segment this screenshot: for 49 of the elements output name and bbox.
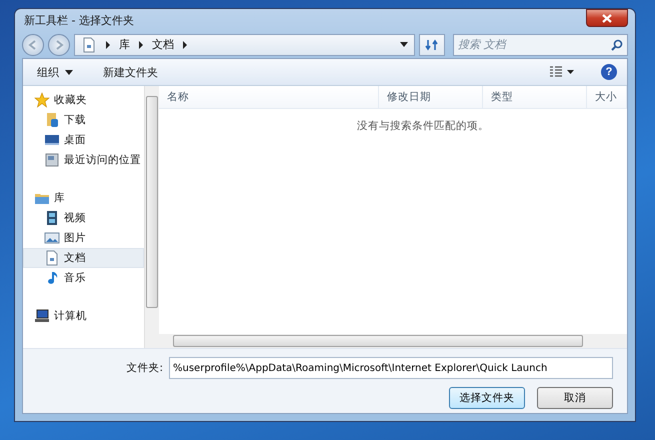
- sidebar-item[interactable]: 最近访问的位置: [23, 150, 144, 170]
- chevron-icon: [138, 40, 144, 49]
- document-icon: [44, 250, 60, 266]
- help-button[interactable]: ?: [601, 64, 617, 80]
- column-header[interactable]: 大小: [587, 86, 627, 108]
- sidebar-item[interactable]: 下载: [23, 110, 144, 130]
- sidebar-item[interactable]: 图片: [23, 228, 144, 248]
- close-icon: [602, 14, 612, 22]
- close-button[interactable]: [586, 9, 628, 27]
- breadcrumb[interactable]: 文档: [152, 37, 174, 52]
- breadcrumb[interactable]: 库: [119, 37, 130, 52]
- search-icon: [611, 38, 623, 51]
- search-field[interactable]: 搜索 文档: [453, 34, 628, 56]
- sidebar-item[interactable]: 计算机: [23, 306, 144, 326]
- computer-icon: [34, 308, 50, 324]
- sidebar-item[interactable]: 文档: [23, 248, 144, 268]
- address-bar[interactable]: 库 文档: [74, 34, 415, 56]
- column-header[interactable]: 名称: [159, 86, 379, 108]
- page-icon: [81, 36, 97, 53]
- folder-input[interactable]: %userprofile%\AppData\Roaming\Microsoft\Internet Explorer\Quick Launch: [169, 357, 613, 379]
- column-header[interactable]: 类型: [483, 86, 587, 108]
- sidebar-item[interactable]: 音乐: [23, 268, 144, 288]
- star-icon: [34, 92, 50, 108]
- dropdown-icon[interactable]: [400, 42, 408, 48]
- back-button[interactable]: [22, 34, 44, 56]
- refresh-icon: [425, 38, 439, 52]
- folder-label: 文件夹:: [126, 361, 163, 375]
- list-view-icon: [549, 66, 575, 78]
- sidebar-item[interactable]: 收藏夹: [23, 90, 144, 110]
- horizontal-scrollbar[interactable]: [159, 334, 627, 348]
- desktop-icon: [44, 132, 60, 148]
- chevron-icon: [182, 40, 188, 49]
- vertical-scrollbar[interactable]: [144, 86, 159, 348]
- refresh-button[interactable]: [419, 34, 445, 56]
- select-folder-button[interactable]: 选择文件夹: [449, 387, 525, 409]
- sidebar-item[interactable]: 视频: [23, 208, 144, 228]
- video-icon: [44, 210, 60, 226]
- caret-icon: [65, 70, 73, 74]
- new-folder-button[interactable]: 新建文件夹: [99, 62, 162, 82]
- cancel-button[interactable]: 取消: [537, 387, 613, 409]
- chevron-icon: [105, 40, 111, 49]
- forward-button[interactable]: [48, 34, 70, 56]
- column-header[interactable]: 修改日期: [379, 86, 483, 108]
- organize-button[interactable]: 组织: [33, 62, 77, 82]
- empty-message: 没有与搜索条件匹配的项。: [357, 119, 489, 133]
- sidebar-item[interactable]: 桌面: [23, 130, 144, 150]
- window-title: 新工具栏 - 选择文件夹: [23, 12, 134, 28]
- picture-icon: [44, 230, 60, 246]
- sidebar-item[interactable]: 库: [23, 188, 144, 208]
